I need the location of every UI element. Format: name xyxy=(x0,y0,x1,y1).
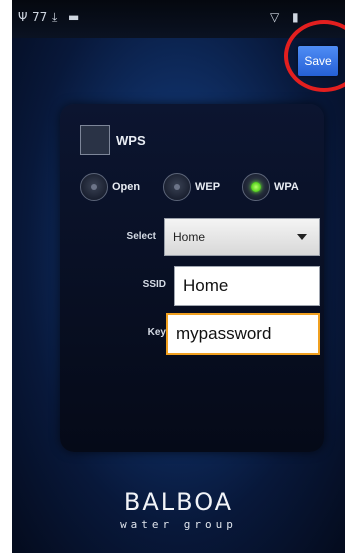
download-icon: ⤓ xyxy=(52,10,58,24)
wps-checkbox[interactable] xyxy=(80,125,110,155)
key-value: mypassword xyxy=(176,324,272,343)
network-select[interactable]: Home xyxy=(164,218,320,256)
radio-open-label: Open xyxy=(112,181,141,193)
temperature-indicator: 77 xyxy=(32,10,48,24)
wifi-icon: ▽ xyxy=(270,10,280,24)
radio-wpa[interactable] xyxy=(242,173,270,201)
chat-icon: ▬ xyxy=(68,10,80,24)
select-label: Select xyxy=(126,231,156,242)
key-input[interactable]: mypassword xyxy=(166,313,320,355)
ssid-input[interactable]: Home xyxy=(174,266,320,306)
battery-icon: ▮ xyxy=(292,10,299,24)
app-screen: Ψ 77 ⤓ ▬ ▽ ▮ Save WPS Open WEP WPA Selec… xyxy=(12,0,345,553)
key-label: Key xyxy=(147,327,166,338)
wps-label: WPS xyxy=(116,133,146,148)
radio-open[interactable] xyxy=(80,173,108,201)
select-value: Home xyxy=(173,230,206,244)
ssid-label: SSID xyxy=(142,279,166,290)
radio-wep-label: WEP xyxy=(195,181,221,193)
radio-wpa-label: WPA xyxy=(274,181,299,193)
radio-wep[interactable] xyxy=(163,173,191,201)
balboa-tagline: water group xyxy=(120,518,237,531)
balboa-logo: BALBOA xyxy=(123,488,234,516)
dropdown-arrow-icon xyxy=(297,234,307,240)
ssid-value: Home xyxy=(183,276,229,295)
usb-icon: Ψ xyxy=(18,10,28,24)
